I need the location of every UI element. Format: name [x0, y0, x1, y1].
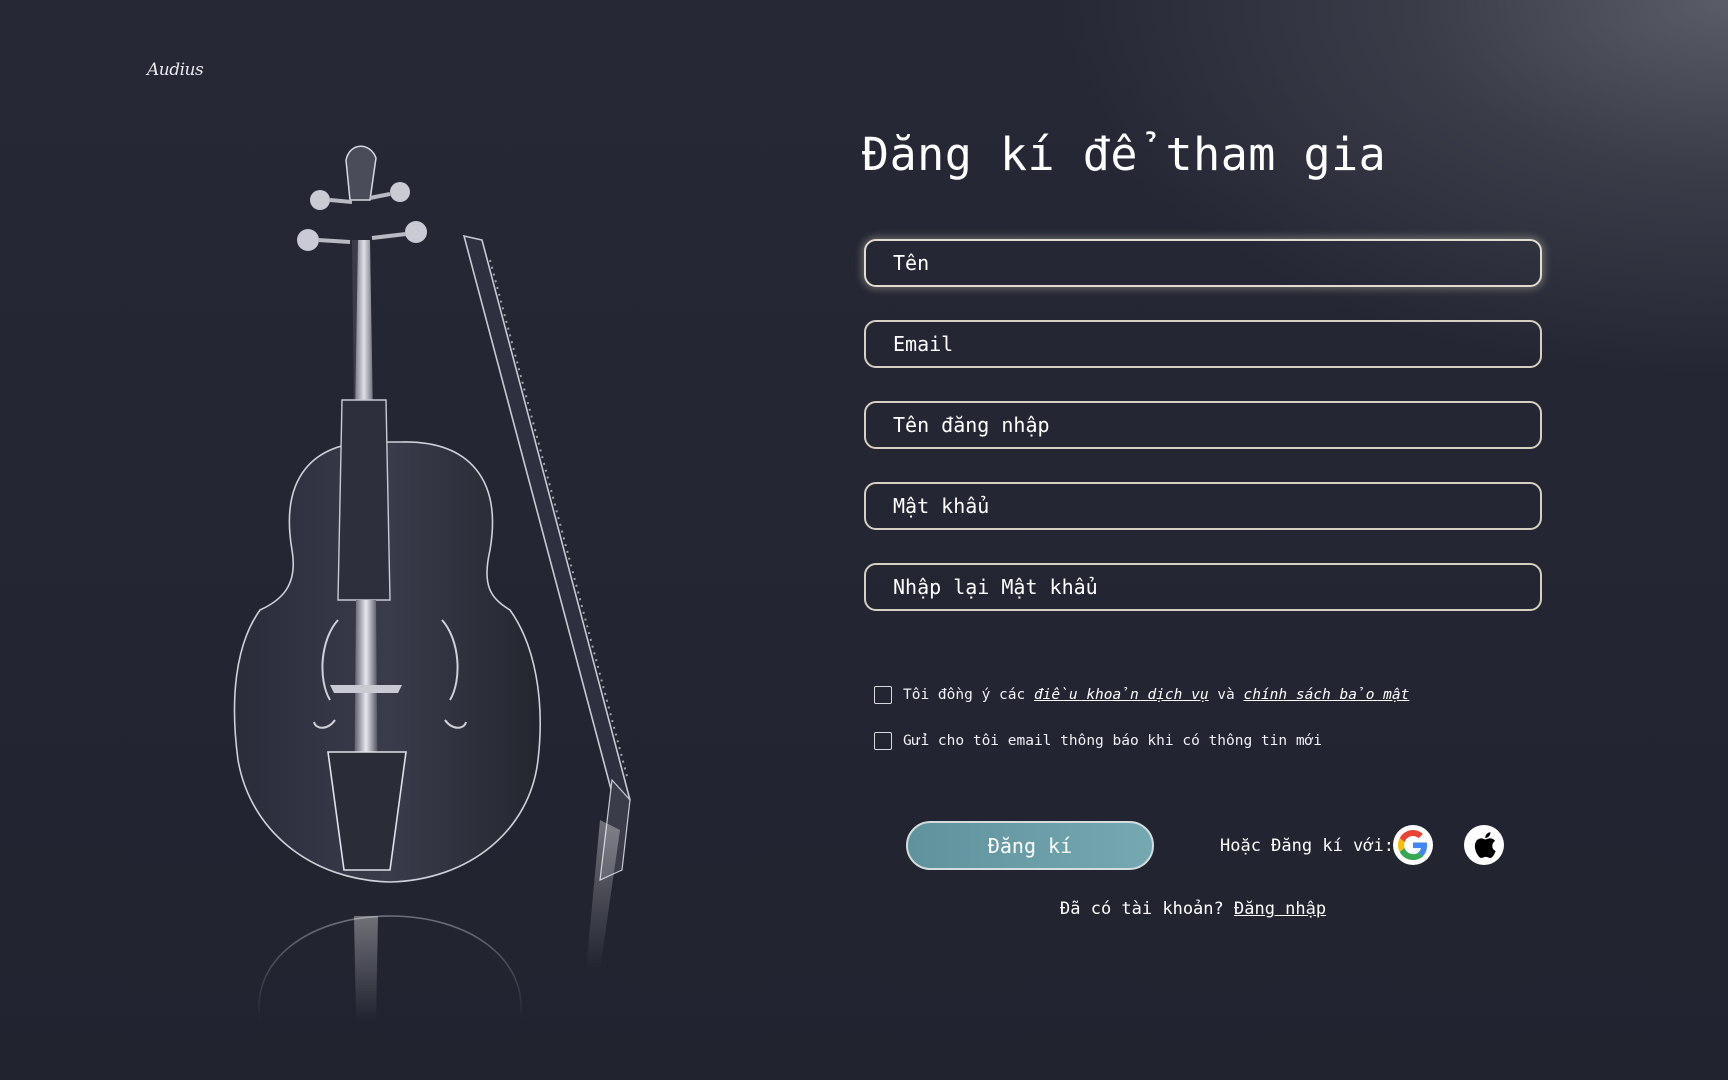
- login-link[interactable]: Đăng nhập: [1234, 899, 1326, 919]
- email-field[interactable]: [864, 320, 1542, 368]
- have-account-text: Đã có tài khoản?: [1060, 899, 1234, 919]
- terms-row: Tôi đồng ý các điều khoản dịch vụ và chí…: [874, 686, 1409, 704]
- terms-text: Tôi đồng ý các điều khoản dịch vụ và chí…: [903, 687, 1409, 703]
- privacy-policy-link[interactable]: chính sách bảo mật: [1243, 687, 1409, 703]
- name-field[interactable]: [864, 239, 1542, 287]
- page-title: Đăng kí để tham gia: [862, 128, 1387, 181]
- signup-button[interactable]: Đăng kí: [906, 821, 1154, 870]
- apple-signup-button[interactable]: [1464, 825, 1504, 865]
- google-signup-button[interactable]: [1393, 825, 1433, 865]
- login-prompt: Đã có tài khoản? Đăng nhập: [1060, 899, 1326, 919]
- google-icon: [1398, 830, 1428, 860]
- terms-prefix: Tôi đồng ý các: [903, 687, 1034, 703]
- terms-checkbox[interactable]: [874, 686, 892, 704]
- username-field[interactable]: [864, 401, 1542, 449]
- or-signup-with-label: Hoặc Đăng kí với:: [1220, 836, 1394, 856]
- terms-and: và: [1208, 687, 1244, 703]
- password-field[interactable]: [864, 482, 1542, 530]
- newsletter-checkbox[interactable]: [874, 732, 892, 750]
- terms-of-service-link[interactable]: điều khoản dịch vụ: [1034, 687, 1209, 703]
- violin-illustration: [233, 145, 631, 1021]
- confirm-password-field[interactable]: [864, 563, 1542, 611]
- newsletter-text: Gửi cho tôi email thông báo khi có thông…: [903, 733, 1323, 749]
- brand-logo[interactable]: Audius: [147, 60, 204, 80]
- newsletter-row: Gửi cho tôi email thông báo khi có thông…: [874, 732, 1322, 750]
- apple-icon: [1474, 832, 1496, 858]
